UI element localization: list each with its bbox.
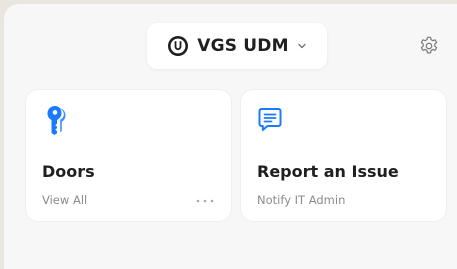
doors-title: Doors bbox=[42, 162, 95, 181]
chevron-down-icon bbox=[298, 43, 306, 49]
report-issue-title: Report an Issue bbox=[257, 162, 399, 181]
console-name: VGS UDM bbox=[197, 36, 289, 56]
app-panel: VGS UDM Doors View All Report an Issue N… bbox=[4, 4, 457, 269]
doors-card[interactable]: Doors View All bbox=[26, 90, 231, 221]
doors-subtitle: View All bbox=[42, 193, 88, 207]
chat-message-icon bbox=[258, 108, 282, 131]
more-dots-icon[interactable] bbox=[195, 198, 215, 204]
report-issue-card[interactable]: Report an Issue Notify IT Admin bbox=[241, 90, 446, 221]
console-selector[interactable]: VGS UDM bbox=[147, 23, 327, 69]
key-icon bbox=[47, 106, 66, 135]
header: VGS UDM bbox=[4, 4, 457, 92]
report-issue-subtitle: Notify IT Admin bbox=[257, 193, 346, 207]
gear-icon[interactable] bbox=[418, 35, 440, 57]
unifi-logo-icon bbox=[168, 36, 189, 56]
